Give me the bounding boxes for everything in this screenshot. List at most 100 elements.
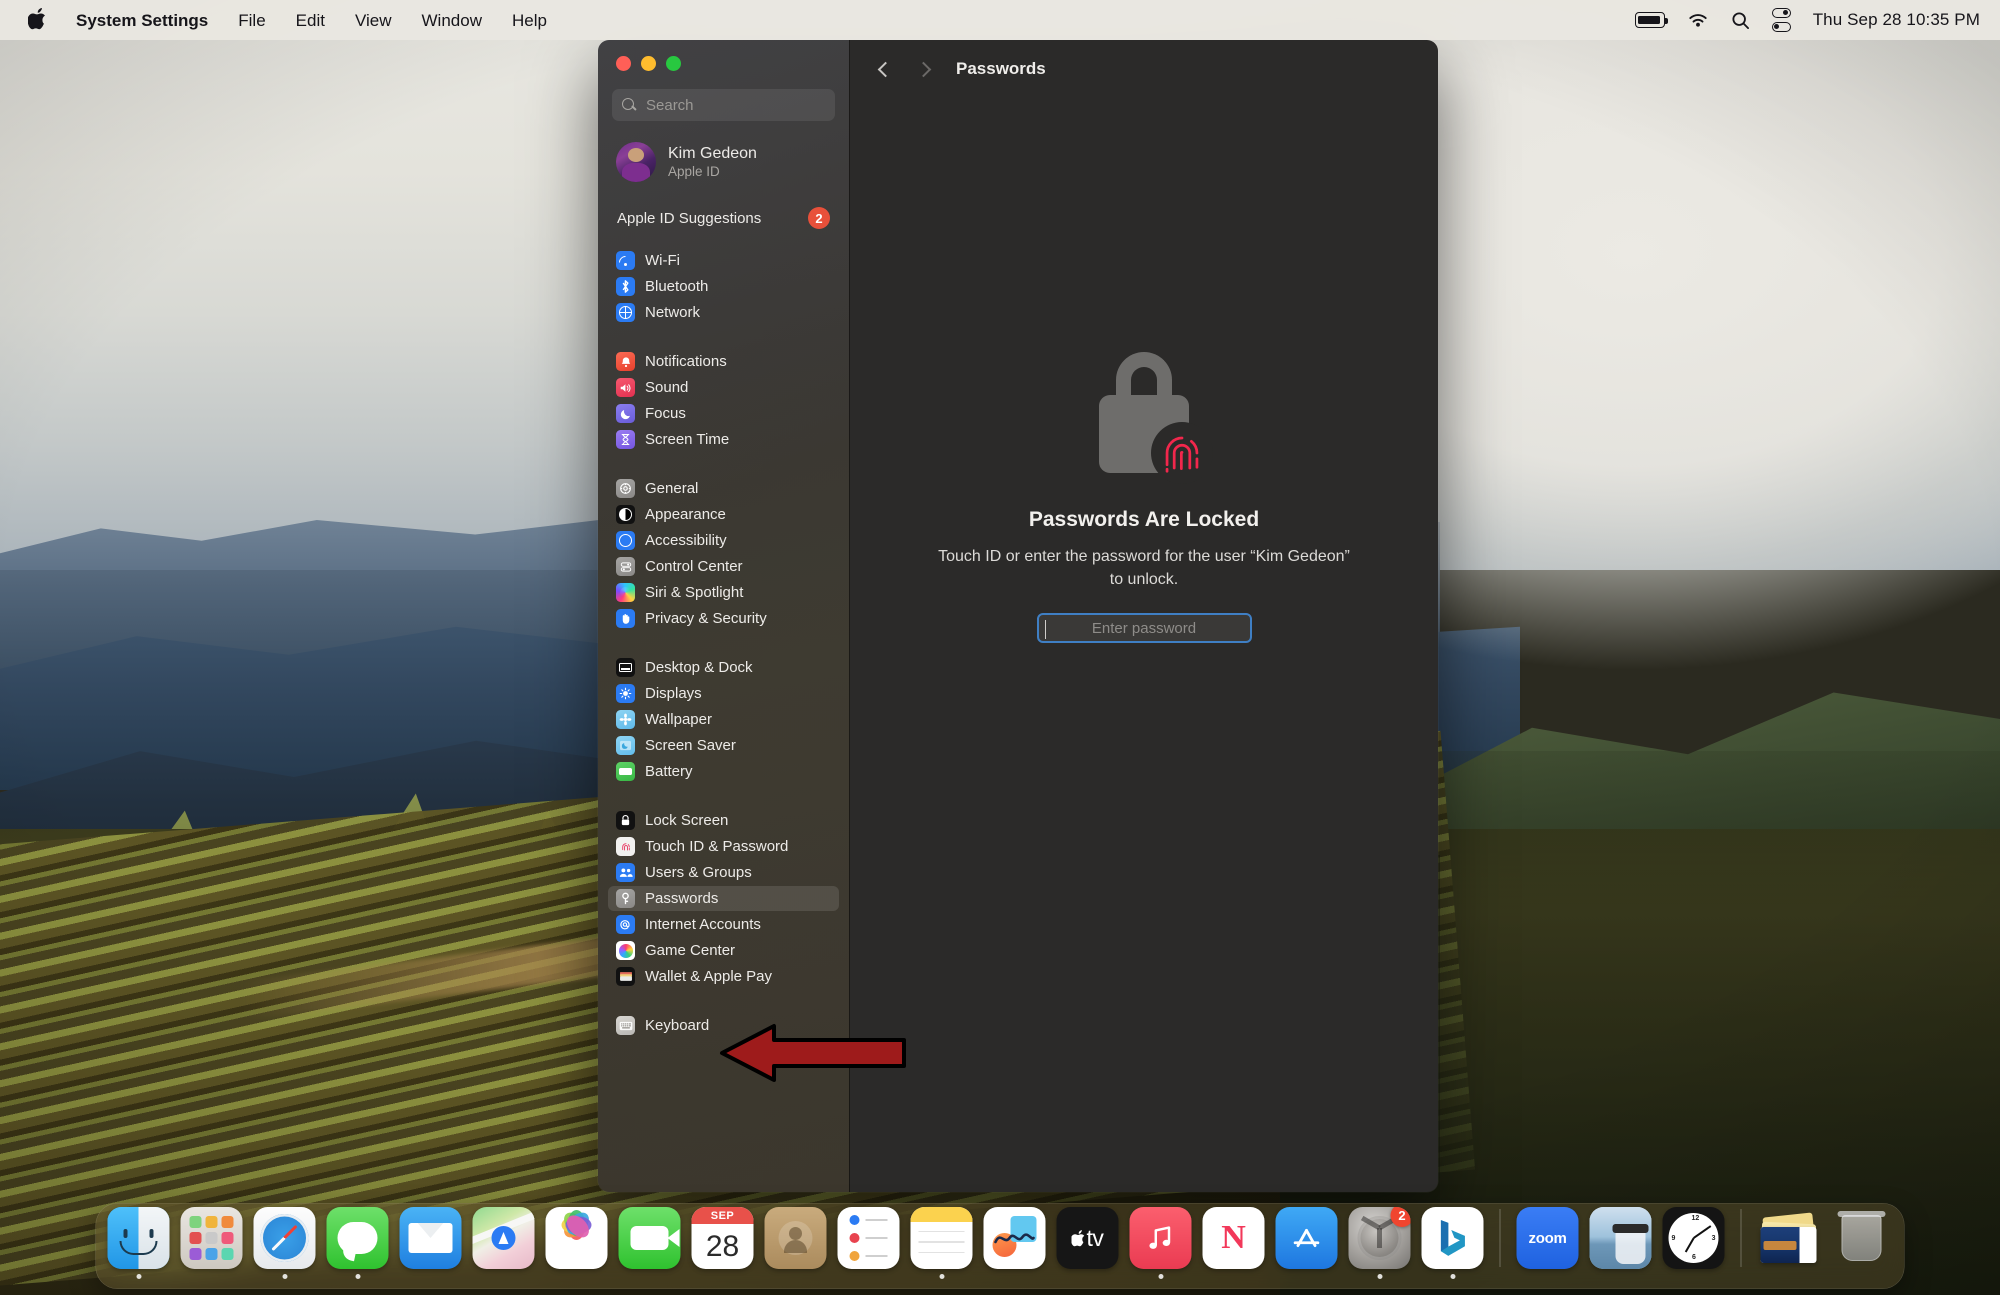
sidebar-item-users-groups[interactable]: Users & Groups [608,860,839,885]
system-settings-icon[interactable]: 2 [1348,1207,1411,1269]
sidebar-item-apple-id-suggestions[interactable]: Apple ID Suggestions 2 [608,201,839,235]
reminders-icon[interactable] [837,1207,900,1269]
dock-item-calendar[interactable]: SEP 28 [691,1207,754,1279]
sidebar-item-appearance[interactable]: Appearance [608,502,839,527]
menu-bar-clock[interactable]: Thu Sep 28 10:35 PM [1813,10,1980,30]
dock-item-clock[interactable]: 12 3 6 9 [1662,1207,1725,1279]
dock-item-system-settings[interactable]: 2 [1348,1207,1411,1279]
dock-item-preview[interactable] [1589,1207,1652,1279]
sidebar-item-label: Notifications [645,353,727,370]
running-indicator [355,1274,360,1279]
back-button[interactable] [868,52,902,86]
dock-item-finder[interactable] [107,1207,170,1279]
forward-button[interactable] [906,52,940,86]
sidebar-item-touch-id-password[interactable]: Touch ID & Password [608,834,839,859]
dock-item-bing[interactable] [1421,1207,1484,1279]
sidebar-item-bluetooth[interactable]: Bluetooth [608,274,839,299]
sidebar-item-wallet-apple-pay[interactable]: Wallet & Apple Pay [608,964,839,989]
sidebar-item-internet-accounts[interactable]: Internet Accounts [608,912,839,937]
apple-tv-icon[interactable]: tv [1056,1207,1119,1269]
music-icon[interactable] [1129,1207,1192,1269]
sidebar-item-sound[interactable]: Sound [608,375,839,400]
finder-icon[interactable] [107,1207,170,1269]
apple-id-account-row[interactable]: Kim Gedeon Apple ID [608,135,839,189]
maximize-button[interactable] [666,56,681,71]
close-button[interactable] [616,56,631,71]
battery-icon [616,762,635,781]
sidebar-item-notifications[interactable]: Notifications [608,349,839,374]
launchpad-icon[interactable] [180,1207,243,1269]
mail-icon[interactable] [399,1207,462,1269]
notes-icon[interactable] [910,1207,973,1269]
sidebar-item-accessibility[interactable]: Accessibility [608,528,839,553]
wifi-icon[interactable] [1687,12,1709,29]
dock-item-reminders[interactable] [837,1207,900,1279]
dock-item-contacts[interactable] [764,1207,827,1279]
dock-item-app-store[interactable] [1275,1207,1338,1279]
downloads-stack-icon[interactable] [1758,1207,1820,1269]
menu-item-window[interactable]: Window [407,0,497,40]
clock-icon[interactable]: 12 3 6 9 [1662,1207,1725,1269]
dock-item-photos[interactable] [545,1207,608,1279]
dock-item-messages[interactable] [326,1207,389,1279]
dock-item-music[interactable] [1129,1207,1192,1279]
dock-item-freeform[interactable] [983,1207,1046,1279]
news-icon[interactable]: N [1202,1207,1265,1269]
dock-item-launchpad[interactable] [180,1207,243,1279]
minimize-button[interactable] [641,56,656,71]
menu-item-view[interactable]: View [340,0,407,40]
dock-item-trash[interactable] [1831,1207,1893,1279]
facetime-icon[interactable] [618,1207,681,1269]
sidebar-item-general[interactable]: General [608,476,839,501]
bing-icon[interactable] [1421,1207,1484,1269]
maps-icon[interactable] [472,1207,535,1269]
sidebar-item-focus[interactable]: Focus [608,401,839,426]
contacts-icon[interactable] [764,1207,827,1269]
running-indicator [1085,1274,1090,1279]
sidebar-item-displays[interactable]: Displays [608,681,839,706]
menu-item-file[interactable]: File [223,0,280,40]
running-indicator [501,1274,506,1279]
freeform-icon[interactable] [983,1207,1046,1269]
dock-item-apple-tv[interactable]: tv [1056,1207,1119,1279]
sidebar-item-game-center[interactable]: Game Center [608,938,839,963]
search-icon[interactable] [1731,11,1750,30]
sidebar-item-passwords[interactable]: Passwords [608,886,839,911]
dock-item-news[interactable]: N [1202,1207,1265,1279]
dock-item-mail[interactable] [399,1207,462,1279]
sidebar-item-screen-saver[interactable]: Screen Saver [608,733,839,758]
sidebar-item-desktop-dock[interactable]: Desktop & Dock [608,655,839,680]
preview-icon[interactable] [1589,1207,1652,1269]
sidebar-search-field[interactable] [612,89,835,121]
dock-item-notes[interactable] [910,1207,973,1279]
trash-icon[interactable] [1831,1207,1893,1269]
apple-logo-icon[interactable] [14,0,61,40]
zoom-icon[interactable]: zoom [1516,1207,1579,1269]
dock-item-safari[interactable] [253,1207,316,1279]
safari-icon[interactable] [253,1207,316,1269]
sidebar-item-lock-screen[interactable]: Lock Screen [608,808,839,833]
sidebar-item-privacy-security[interactable]: Privacy & Security [608,606,839,631]
sidebar-item-battery[interactable]: Battery [608,759,839,784]
app-store-icon[interactable] [1275,1207,1338,1269]
menu-item-app[interactable]: System Settings [61,0,223,40]
sidebar-item-siri-spotlight[interactable]: Siri & Spotlight [608,580,839,605]
sidebar-item-control-center[interactable]: Control Center [608,554,839,579]
dock-item-downloads[interactable] [1758,1207,1820,1279]
sidebar-item-network[interactable]: Network [608,300,839,325]
dock-item-maps[interactable] [472,1207,535,1279]
menu-item-edit[interactable]: Edit [281,0,340,40]
sidebar-item-wi-fi[interactable]: Wi-Fi [608,248,839,273]
menu-item-help[interactable]: Help [497,0,562,40]
messages-icon[interactable] [326,1207,389,1269]
password-field[interactable]: Enter password [1036,613,1252,644]
control-center-icon[interactable] [1771,8,1791,32]
search-input[interactable] [646,96,825,114]
sidebar-item-wallpaper[interactable]: Wallpaper [608,707,839,732]
dock-item-facetime[interactable] [618,1207,681,1279]
sidebar-item-screen-time[interactable]: Screen Time [608,427,839,452]
dock-item-zoom[interactable]: zoom [1516,1207,1579,1279]
battery-icon[interactable] [1634,12,1669,28]
photos-icon[interactable] [545,1207,608,1269]
calendar-icon[interactable]: SEP 28 [691,1207,754,1269]
